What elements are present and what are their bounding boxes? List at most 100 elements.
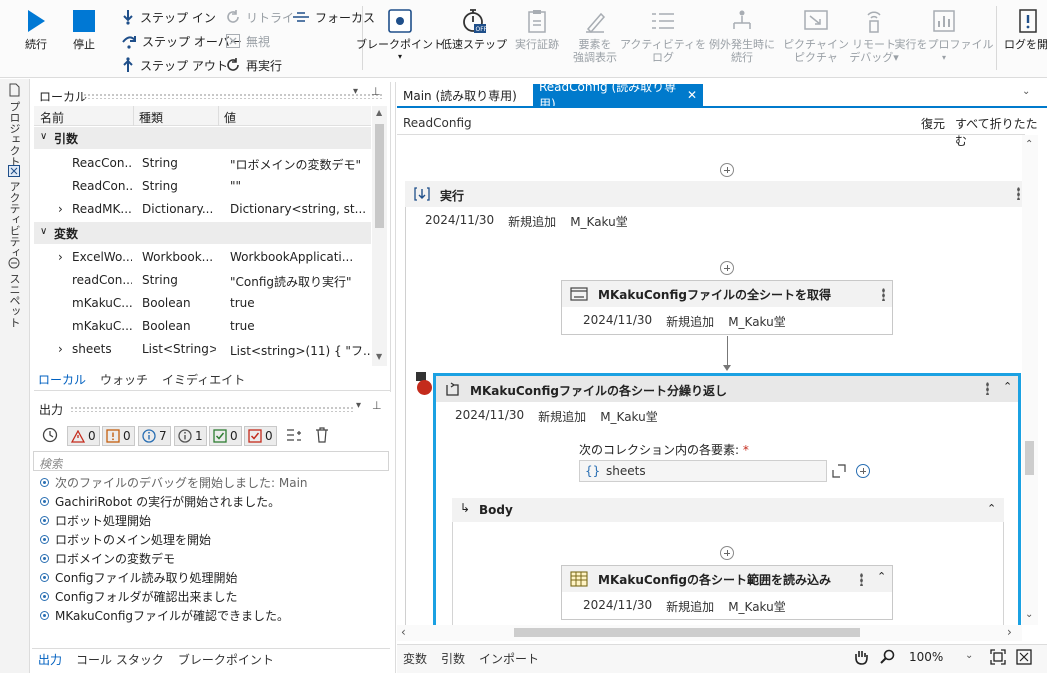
tab-main[interactable]: Main (読み取り専用) (397, 84, 523, 106)
trace-filter[interactable]: 1 (174, 426, 207, 446)
breakpoint-marker[interactable] (417, 380, 432, 395)
slow-step-button[interactable]: OFF 低速ステップ (441, 2, 507, 51)
tab-call-stack[interactable]: コール スタック (76, 651, 164, 668)
scroll-up-icon[interactable]: ▲ (376, 108, 382, 117)
breakpoint-button[interactable]: ブレークポイント ▾ (356, 2, 444, 63)
output-line[interactable]: Configフォルダが確認出来ました (40, 588, 238, 605)
more-options-icon[interactable] (882, 288, 885, 301)
tab-output[interactable]: 出力 (38, 651, 62, 668)
log-activities-button[interactable]: アクティビティを ログ (620, 2, 706, 64)
warnings-filter[interactable]: 0 (102, 426, 135, 446)
variable-row[interactable]: readCon... String "Config読み取り実行" (34, 269, 371, 292)
zoom-icon[interactable] (880, 649, 896, 665)
collection-input[interactable]: {} sheets (579, 460, 827, 482)
scroll-thumb[interactable] (1025, 441, 1034, 475)
variable-row[interactable]: › sheets List<String> List<string>(11) { "フ… (34, 338, 371, 361)
collapse-icon[interactable]: ⌃ (1003, 380, 1012, 393)
tabs-dropdown-icon[interactable]: ⌄ (1022, 86, 1030, 97)
output-line[interactable]: GachiriRobot の実行が開始されました。 (40, 493, 280, 510)
scroll-thumb[interactable] (514, 628, 860, 637)
scroll-down-icon[interactable]: ⌄ (1025, 609, 1033, 620)
variable-row[interactable]: mKakuC... Boolean true (34, 292, 371, 315)
expand-editor-icon[interactable] (832, 464, 846, 478)
add-activity-icon[interactable] (720, 163, 734, 177)
highlight-elements-button[interactable]: 要素を 強調表示 (568, 2, 622, 64)
tab-activities[interactable]: アクティビティ (6, 165, 22, 258)
tab-snippets[interactable]: スニペット (6, 257, 22, 328)
output-line[interactable]: 次のファイルのデバッグを開始しました: Main (40, 474, 308, 491)
ignore-button[interactable]: 無視 (225, 31, 270, 51)
verbose-filter[interactable]: 0 (244, 426, 277, 446)
pin-icon[interactable]: ⊥ (372, 399, 382, 412)
info-filter[interactable]: 7 (138, 426, 171, 446)
group-variables[interactable]: ∨ 変数 (34, 222, 371, 244)
scroll-thumb[interactable] (375, 124, 384, 228)
tab-imports[interactable]: インポート (479, 650, 539, 667)
validate-button[interactable]: 実行証跡 (510, 2, 564, 51)
group-arguments[interactable]: ∨ 引数 (34, 127, 371, 149)
add-activity-icon[interactable] (720, 261, 734, 275)
step-out-button[interactable]: ステップ アウト (121, 55, 228, 75)
zoom-dropdown-icon[interactable]: ⌄ (965, 650, 973, 661)
restart-button[interactable]: 再実行 (225, 55, 282, 75)
more-options-icon[interactable] (1017, 187, 1020, 200)
clock-filter-icon[interactable] (42, 427, 58, 443)
scroll-down-icon[interactable]: ▼ (376, 352, 382, 361)
panel-dropdown-icon[interactable]: ▾ (356, 400, 361, 411)
canvas-vertical-scrollbar[interactable]: ⌃ ⌄ (1022, 135, 1038, 625)
column-name[interactable]: 名前 (40, 109, 64, 126)
scroll-up-icon[interactable]: ⌃ (1025, 139, 1033, 150)
tab-arguments[interactable]: 引数 (441, 650, 465, 667)
picture-in-picture-button[interactable]: ピクチャイン ピクチャ (783, 2, 849, 64)
close-tab-icon[interactable]: ✕ (687, 88, 697, 102)
clear-output-icon[interactable] (315, 427, 329, 443)
output-line[interactable]: MKakuConfigファイルが確認できました。 (40, 607, 289, 624)
zoom-level[interactable]: 100% (909, 650, 943, 664)
read-range-activity[interactable]: MKakuConfigの各シート範囲を読み込み ⌃ 2024/11/30 新規追加… (561, 565, 893, 620)
output-line[interactable]: ロボットのメイン処理を開始 (40, 531, 211, 548)
fit-to-screen-icon[interactable] (990, 649, 1006, 665)
add-expression-icon[interactable] (856, 464, 870, 478)
pin-icon[interactable]: ⊥ (371, 85, 381, 98)
collapse-icon[interactable]: ⌃ (987, 502, 996, 515)
panel-dropdown-icon[interactable]: ▾ (353, 86, 358, 97)
column-type[interactable]: 種類 (139, 109, 163, 126)
add-activity-icon[interactable] (720, 546, 734, 560)
canvas-horizontal-scrollbar[interactable]: ‹ › (397, 625, 1022, 641)
success-filter[interactable]: 0 (209, 426, 242, 446)
variable-row[interactable]: mKakuC... Boolean true (34, 315, 371, 338)
profile-execution-button[interactable]: 実行をプロファイル ▾ (895, 2, 994, 64)
errors-filter[interactable]: 0 (67, 426, 100, 446)
hand-tool-icon[interactable] (853, 649, 869, 665)
step-over-button[interactable]: ステップ オーバー (121, 31, 242, 51)
restore-button[interactable]: 復元 (921, 115, 945, 132)
collapse-icon[interactable]: ⌃ (877, 570, 886, 583)
tab-breakpoints[interactable]: ブレークポイント (178, 651, 274, 668)
remote-debug-button[interactable]: リモート デバッグ▾ (849, 2, 899, 64)
column-value[interactable]: 値 (224, 109, 236, 126)
tab-project[interactable]: プロジェクト (6, 83, 22, 167)
continue-button[interactable]: 続行 (18, 2, 54, 51)
scroll-left-icon[interactable]: ‹ (401, 625, 406, 639)
argument-row[interactable]: › ReadMK... Dictionary... Dictionary<string… (34, 198, 371, 221)
expand-icon[interactable]: › (58, 202, 63, 216)
step-in-button[interactable]: ステップ イン (121, 7, 216, 27)
argument-row[interactable]: ReacCon... String "ロボメインの変数デモ" (34, 152, 371, 175)
tab-immediate[interactable]: イミディエイト (162, 371, 245, 388)
output-line[interactable]: ロボメインの変数デモ (40, 550, 175, 567)
tab-locals[interactable]: ローカル (38, 371, 86, 388)
variable-row[interactable]: › ExcelWo... Workbook... WorkbookApplicati.… (34, 246, 371, 269)
more-options-icon[interactable] (860, 573, 863, 586)
breadcrumb[interactable]: ReadConfig (403, 116, 472, 130)
retry-button[interactable]: リトライ (225, 7, 294, 27)
output-line[interactable]: ロボット処理開始 (40, 512, 151, 529)
scroll-right-icon[interactable]: › (1007, 625, 1012, 639)
tab-watch[interactable]: ウォッチ (100, 371, 148, 388)
get-sheets-activity[interactable]: MKakuConfigファイルの全シートを取得 2024/11/30 新規追加 M_… (561, 280, 893, 335)
overview-icon[interactable] (1016, 649, 1032, 665)
argument-row[interactable]: ReadCon... String "" (34, 175, 371, 198)
tab-readconfig[interactable]: ReadConfig (読み取り専用) ✕ (533, 80, 703, 111)
output-line[interactable]: Configファイル読み取り処理開始 (40, 569, 238, 586)
expand-all-icon[interactable] (286, 428, 302, 442)
locals-scrollbar[interactable]: ▲ ▼ (372, 106, 387, 366)
